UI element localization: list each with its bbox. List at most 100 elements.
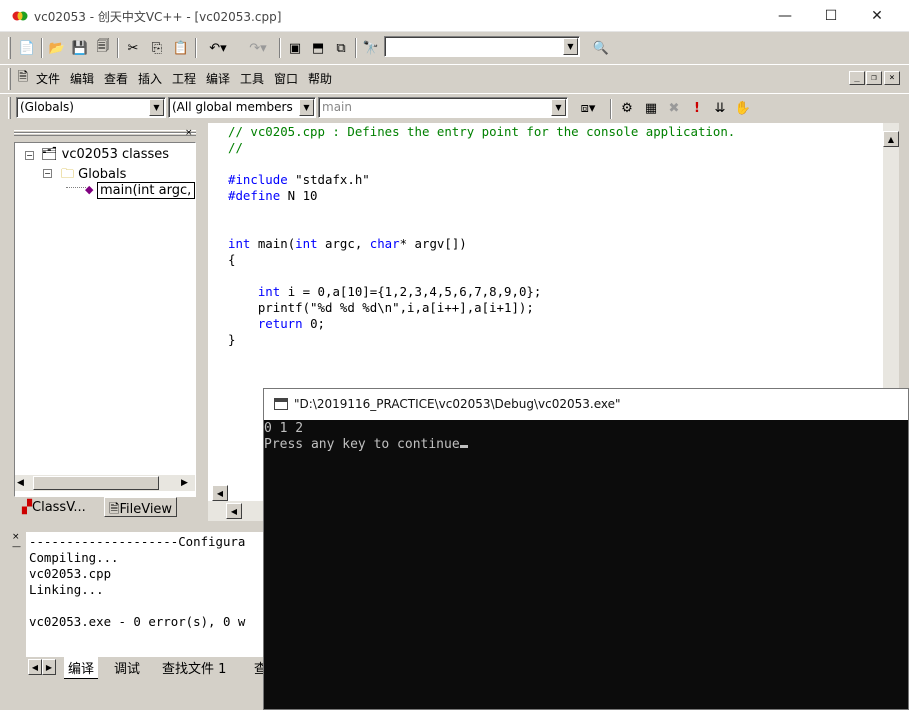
go-icon[interactable]: ⇊: [709, 97, 731, 119]
menu-tools[interactable]: 工具: [236, 68, 268, 88]
code-line[interactable]: {: [228, 252, 735, 268]
app-icon: [12, 11, 28, 21]
editor-hscroll-bar[interactable]: ◀: [208, 501, 263, 521]
wizard-grip[interactable]: [8, 97, 11, 119]
menu-view[interactable]: 查看: [100, 68, 132, 88]
menu-file[interactable]: 文件: [32, 68, 64, 88]
close-button[interactable]: ✕: [854, 0, 900, 32]
chevron-down-icon[interactable]: ▼: [551, 99, 566, 116]
tab-fileview[interactable]: 🗎FileView: [104, 497, 178, 517]
mdi-minimize-button[interactable]: _: [849, 71, 865, 85]
member-combo[interactable]: main ▼: [318, 97, 568, 118]
workspace-hscroll[interactable]: ◀ ▶: [15, 475, 195, 491]
menu-edit[interactable]: 编辑: [66, 68, 98, 88]
code-line[interactable]: #define N 10: [228, 188, 735, 204]
menu-grip[interactable]: [8, 68, 11, 90]
code-line[interactable]: // vc0205.cpp : Defines the entry point …: [228, 124, 735, 140]
code-line[interactable]: printf("%d %d %d\n",i,a[i++],a[i+1]);: [228, 300, 735, 316]
tab-scroll-right-icon[interactable]: ▶: [42, 659, 56, 675]
separator: [610, 99, 612, 119]
save-icon[interactable]: 💾: [69, 37, 91, 59]
chevron-down-icon[interactable]: ▼: [563, 38, 578, 55]
menu-help[interactable]: 帮助: [304, 68, 336, 88]
find-icon[interactable]: 🔍: [590, 37, 612, 59]
document-icon[interactable]: 🗎: [14, 68, 32, 90]
copy-icon[interactable]: ⎘: [146, 37, 168, 59]
tab-classview[interactable]: ▞ClassV...: [20, 499, 88, 517]
minimize-button[interactable]: —: [762, 0, 808, 32]
code-line[interactable]: int main(int argc, char* argv[]): [228, 236, 735, 252]
classes-icon: 🗂: [41, 147, 58, 162]
compile-icon[interactable]: ⚙: [616, 97, 638, 119]
output-pane: --------------------Configura Compiling..…: [26, 532, 264, 657]
windows-list-icon[interactable]: ⧉: [330, 37, 352, 59]
collapse-toggle-icon[interactable]: −: [25, 151, 34, 160]
tree-leaf-main[interactable]: main(int argc,: [97, 182, 195, 199]
scroll-left-icon[interactable]: ◀: [17, 478, 24, 488]
workspace-tabs: ▞ClassV... 🗎FileView: [14, 497, 196, 519]
menu-window[interactable]: 窗口: [270, 68, 302, 88]
class-combo[interactable]: (Globals) ▼: [16, 97, 166, 118]
code-line[interactable]: [228, 220, 735, 236]
workspace-gripper[interactable]: [14, 128, 196, 140]
console-title-bar[interactable]: "D:\2019116_PRACTICE\vc02053\Debug\vc020…: [264, 389, 908, 420]
scroll-up-icon[interactable]: ▲: [883, 131, 899, 147]
find-in-files-icon[interactable]: 🔭: [360, 37, 382, 59]
source-code[interactable]: // vc0205.cpp : Defines the entry point …: [228, 124, 735, 348]
code-line[interactable]: }: [228, 332, 735, 348]
workspace-toggle-icon[interactable]: ▣: [284, 37, 306, 59]
code-line[interactable]: //: [228, 140, 735, 156]
output-gripper[interactable]: × —: [12, 532, 24, 562]
undo-icon[interactable]: ↶▾: [200, 37, 236, 59]
stop-build-icon[interactable]: ✖: [663, 97, 685, 119]
tab-debug[interactable]: 调试: [110, 657, 144, 678]
build-icon[interactable]: ▦: [640, 97, 662, 119]
toolbar-grip[interactable]: [8, 37, 11, 59]
separator: [195, 38, 197, 58]
mdi-close-button[interactable]: ×: [884, 71, 900, 85]
scroll-right-icon[interactable]: ▶: [181, 478, 188, 488]
maximize-button[interactable]: ☐: [808, 0, 854, 32]
chevron-down-icon[interactable]: ▼: [149, 99, 164, 116]
scroll-left-icon[interactable]: ◀: [226, 503, 242, 519]
tree-root[interactable]: 🗂 vc02053 classes: [41, 147, 169, 162]
open-folder-icon[interactable]: 📂: [46, 37, 68, 59]
code-line[interactable]: [228, 156, 735, 172]
editor-vscroll[interactable]: ▲: [883, 123, 899, 388]
paste-icon[interactable]: 📋: [170, 37, 192, 59]
workspace-close-icon[interactable]: ×: [185, 128, 195, 140]
code-line[interactable]: [228, 204, 735, 220]
execute-icon[interactable]: !: [686, 97, 708, 119]
menu-project[interactable]: 工程: [168, 68, 200, 88]
save-all-icon[interactable]: 🗐: [92, 37, 114, 59]
output-toggle-icon[interactable]: ⬒: [307, 37, 329, 59]
breakpoint-hand-icon[interactable]: ✋: [732, 97, 754, 119]
separator: [355, 38, 357, 58]
menu-build[interactable]: 编译: [202, 68, 234, 88]
function-icon: ◆: [85, 183, 94, 196]
console-window[interactable]: "D:\2019116_PRACTICE\vc02053\Debug\vc020…: [263, 388, 909, 710]
collapse-toggle-icon[interactable]: −: [43, 169, 52, 178]
tab-scroll-left-icon[interactable]: ◀: [28, 659, 42, 675]
chevron-down-icon[interactable]: ▼: [299, 99, 314, 116]
output-line: vc02053.exe - 0 error(s), 0 w: [29, 614, 246, 629]
code-line[interactable]: #include "stdafx.h": [228, 172, 735, 188]
new-file-icon[interactable]: 📄: [16, 37, 38, 59]
filter-combo[interactable]: (All global members ▼: [168, 97, 316, 118]
redo-icon[interactable]: ↷▾: [240, 37, 276, 59]
find-combo[interactable]: ▼: [384, 36, 580, 57]
menu-insert[interactable]: 插入: [134, 68, 166, 88]
scroll-left-icon[interactable]: ◀: [212, 485, 228, 501]
code-line[interactable]: int i = 0,a[10]={1,2,3,4,5,6,7,8,9,0};: [228, 284, 735, 300]
console-output: 0 1 2 Press any key to continue: [264, 421, 468, 453]
tab-build[interactable]: 编译: [64, 657, 99, 679]
mdi-restore-button[interactable]: ❐: [866, 71, 882, 85]
tab-find-in-files[interactable]: 查找文件 1: [158, 657, 230, 678]
folder-icon: 🗀: [61, 167, 75, 182]
code-line[interactable]: return 0;: [228, 316, 735, 332]
code-line[interactable]: [228, 268, 735, 284]
scroll-thumb[interactable]: [33, 476, 159, 490]
wizard-action-icon[interactable]: ⧈▾: [570, 97, 606, 119]
cut-icon[interactable]: ✂: [122, 37, 144, 59]
